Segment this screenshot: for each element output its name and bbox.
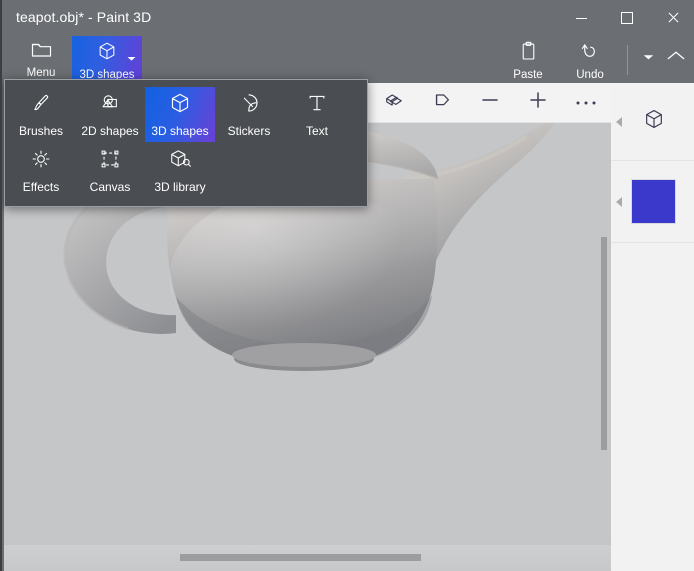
view-3d-button[interactable]: [370, 83, 418, 123]
flyout-item-brushes[interactable]: Brushes: [7, 87, 75, 142]
chevron-down-icon: [643, 48, 654, 66]
flyout-effects-label: Effects: [22, 179, 60, 194]
flyout-stickers-label: Stickers: [227, 123, 271, 138]
ribbon-right-group: Paste Undo: [497, 36, 690, 83]
close-button[interactable]: [650, 0, 694, 36]
camera-view-button[interactable]: [418, 83, 466, 123]
chevron-down-icon[interactable]: [127, 49, 136, 67]
color-swatch[interactable]: [631, 179, 676, 224]
minus-icon: [480, 90, 500, 115]
right-side-panel: [611, 83, 694, 571]
minimize-button[interactable]: [558, 0, 604, 36]
undo-button-label: Undo: [576, 69, 604, 81]
flyout-row-2: Effects Canvas 3D library: [5, 142, 367, 198]
flyout-2d-shapes-label: 2D shapes: [81, 123, 139, 138]
ribbon-toolbar: Menu 3D shapes Paste Undo: [2, 36, 694, 83]
title-bar: teapot.obj* - Paint 3D: [2, 0, 694, 36]
flyout-row-1: Brushes 2D shapes 3D shapes Stickers Tex…: [5, 80, 367, 142]
flyout-brushes-label: Brushes: [18, 123, 64, 138]
menu-button-label: Menu: [26, 67, 56, 79]
zoom-out-button[interactable]: [466, 83, 514, 123]
paste-button-label: Paste: [513, 69, 543, 81]
chevron-up-icon: [667, 48, 685, 66]
3d-shapes-ribbon-button[interactable]: 3D shapes: [72, 36, 142, 83]
3d-view-icon: [383, 90, 405, 115]
cube-icon[interactable]: [643, 108, 665, 135]
canvas-frame-icon: [99, 148, 121, 175]
zoom-in-button[interactable]: [514, 83, 562, 123]
maximize-icon: [621, 12, 633, 24]
minimize-icon: [575, 17, 587, 19]
right-panel-shape-section[interactable]: [611, 83, 694, 161]
window-title: teapot.obj* - Paint 3D: [16, 9, 152, 25]
ellipsis-icon: [575, 94, 597, 112]
flyout-3d-library-label: 3D library: [154, 179, 206, 194]
undo-button[interactable]: Undo: [559, 36, 621, 83]
ribbon-overflow-button[interactable]: [634, 36, 662, 78]
flyout-item-effects[interactable]: Effects: [7, 143, 75, 198]
text-t-icon: [306, 92, 328, 119]
cube-search-icon: [169, 148, 192, 175]
window-controls: [558, 0, 694, 36]
right-panel-empty-section: [611, 243, 694, 571]
flyout-item-3d-library[interactable]: 3D library: [145, 143, 215, 198]
cube-icon: [169, 92, 191, 119]
ribbon-divider: [627, 45, 628, 75]
more-options-button[interactable]: [562, 83, 610, 123]
tool-flyout-panel: Brushes 2D shapes 3D shapes Stickers Tex…: [4, 79, 368, 207]
flyout-item-canvas[interactable]: Canvas: [75, 143, 145, 198]
flyout-text-label: Text: [305, 123, 328, 138]
vertical-scrollbar-thumb[interactable]: [601, 237, 607, 450]
cube-icon: [97, 41, 117, 66]
brightness-sun-icon: [30, 148, 52, 175]
camera-view-icon: [431, 90, 453, 115]
paint3d-window: teapot.obj* - Paint 3D Menu 3D shapes Pa…: [0, 0, 694, 571]
clipboard-icon: [519, 41, 538, 66]
flyout-item-3d-shapes[interactable]: 3D shapes: [145, 87, 215, 142]
ribbon-left-group: Menu 3D shapes: [10, 36, 142, 83]
flyout-3d-shapes-label: 3D shapes: [151, 123, 209, 138]
menu-button[interactable]: Menu: [10, 36, 72, 83]
paste-button[interactable]: Paste: [497, 36, 559, 83]
ribbon-collapse-button[interactable]: [662, 36, 690, 78]
flyout-canvas-label: Canvas: [89, 179, 131, 194]
undo-arrow-icon: [580, 41, 600, 66]
right-panel-color-section[interactable]: [611, 161, 694, 243]
shapes-2d-icon: [99, 92, 122, 119]
folder-icon: [31, 41, 52, 64]
canvas-vertical-scrollbar[interactable]: [597, 83, 611, 543]
maximize-button[interactable]: [604, 0, 650, 36]
canvas-horizontal-scrollbar[interactable]: [4, 545, 611, 571]
close-icon: [667, 12, 679, 24]
horizontal-scrollbar-thumb[interactable]: [180, 554, 421, 561]
sticker-icon: [238, 92, 260, 119]
plus-icon: [528, 90, 548, 115]
flyout-item-text[interactable]: Text: [283, 87, 351, 142]
flyout-item-2d-shapes[interactable]: 2D shapes: [75, 87, 145, 142]
collapse-left-arrow[interactable]: [616, 196, 622, 207]
flyout-item-stickers[interactable]: Stickers: [215, 87, 283, 142]
collapse-left-arrow[interactable]: [616, 116, 622, 127]
paintbrush-icon: [30, 92, 52, 119]
